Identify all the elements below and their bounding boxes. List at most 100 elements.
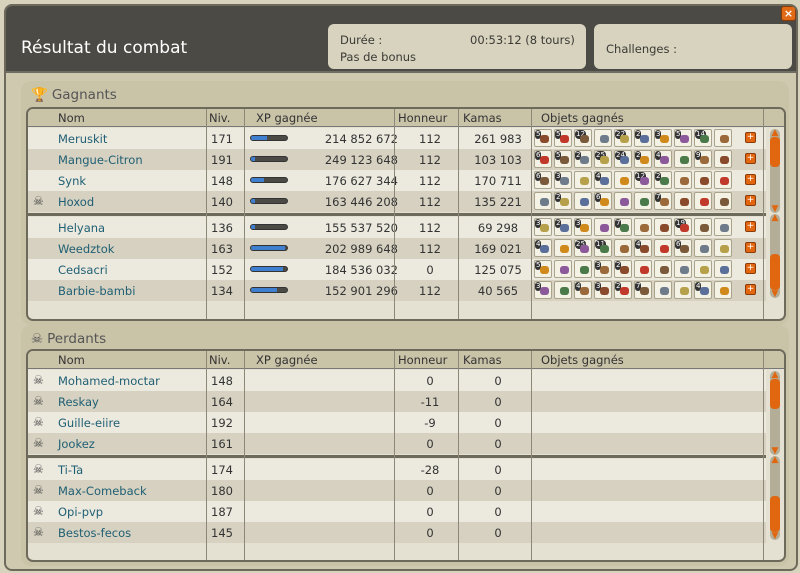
item-icon[interactable]: 12 [634,171,652,189]
item-icon[interactable]: 5 [554,129,572,147]
item-icon[interactable]: 5 [534,129,552,147]
player-name[interactable]: Weedztok [58,242,114,256]
expand-items-button[interactable]: + [745,195,756,206]
scroll-up-icon[interactable]: ▲ [770,456,780,465]
item-icon[interactable]: 4 [654,150,672,168]
item-icon[interactable] [694,192,712,210]
item-icon[interactable] [614,171,632,189]
scroll-down-icon[interactable]: ▼ [770,447,780,456]
item-icon[interactable] [594,129,612,147]
item-icon[interactable] [674,171,692,189]
item-icon[interactable]: 25 [574,239,592,257]
item-icon[interactable] [574,171,592,189]
item-icon[interactable]: 6 [534,171,552,189]
item-icon[interactable] [594,218,612,236]
item-icon[interactable]: 4 [634,239,652,257]
expand-items-button[interactable]: + [745,221,756,232]
item-icon[interactable]: 2 [614,260,632,278]
item-icon[interactable] [554,239,572,257]
item-icon[interactable] [714,129,732,147]
expand-items-button[interactable]: + [745,263,756,274]
item-icon[interactable]: 2 [614,281,632,299]
item-icon[interactable] [634,260,652,278]
item-icon[interactable]: 7 [634,281,652,299]
scrollbar[interactable]: ▲ ▼ [770,129,780,214]
item-icon[interactable]: 3 [594,260,612,278]
table-row[interactable]: Cedsacri 152 184 536 032 0 125 075 5 3 2 + [28,259,766,280]
item-icon[interactable]: 2 [574,150,592,168]
player-name[interactable]: Helyana [58,221,105,235]
player-name[interactable]: Barbie-bambi [58,284,135,298]
item-icon[interactable]: 3 [534,218,552,236]
scroll-up-icon[interactable]: ▲ [770,129,780,138]
item-icon[interactable]: 2 [634,150,652,168]
item-icon[interactable] [554,260,572,278]
item-icon[interactable] [674,281,692,299]
table-row[interactable]: ☠ Max-Comeback 180 0 0 [28,480,766,501]
item-icon[interactable] [654,281,672,299]
item-icon[interactable]: 25 [594,150,612,168]
item-icon[interactable]: 5 [534,260,552,278]
item-icon[interactable] [634,192,652,210]
player-name[interactable]: Bestos-fecos [58,526,131,540]
scroll-up-icon[interactable]: ▲ [770,214,780,223]
scroll-thumb[interactable] [770,496,780,532]
item-icon[interactable] [694,239,712,257]
item-icon[interactable]: 4 [534,239,552,257]
item-icon[interactable] [654,260,672,278]
scroll-down-icon[interactable]: ▼ [770,532,780,541]
item-icon[interactable] [534,192,552,210]
item-icon[interactable]: 19 [674,218,692,236]
scroll-up-icon[interactable]: ▲ [770,371,780,380]
expand-items-button[interactable]: + [745,242,756,253]
table-row[interactable]: ☠ Bestos-fecos 145 0 0 [28,522,766,543]
item-icon[interactable]: 3 [534,281,552,299]
item-icon[interactable]: 3 [654,129,672,147]
player-name[interactable]: Opi-pvp [58,505,103,519]
item-icon[interactable]: 12 [574,129,592,147]
item-icon[interactable]: 3 [554,171,572,189]
item-icon[interactable] [574,192,592,210]
item-icon[interactable]: 22 [614,129,632,147]
player-name[interactable]: Max-Comeback [58,484,147,498]
item-icon[interactable] [714,218,732,236]
player-name[interactable]: Meruskit [58,132,107,146]
scroll-thumb[interactable] [770,137,780,167]
item-icon[interactable]: 4 [594,171,612,189]
item-icon[interactable] [714,150,732,168]
item-icon[interactable] [714,281,732,299]
item-icon[interactable] [714,192,732,210]
item-icon[interactable]: 14 [694,129,712,147]
table-row[interactable]: ☠ Guille-eiire 192 -9 0 [28,412,766,433]
item-icon[interactable]: 2 [634,129,652,147]
scrollbar[interactable]: ▲ ▼ [770,371,780,456]
item-icon[interactable] [694,171,712,189]
item-icon[interactable]: 7 [654,192,672,210]
table-row[interactable]: ☠ Mohamed-moctar 148 0 0 [28,370,766,391]
player-name[interactable]: Cedsacri [58,263,108,277]
player-name[interactable]: Reskay [58,395,99,409]
player-name[interactable]: Jookez [58,437,95,451]
table-row[interactable]: ☠ Jookez 161 0 0 [28,433,766,454]
table-row[interactable]: Meruskit 171 214 852 672 112 261 983 5 5 12 22 2 3… [28,128,766,149]
table-row[interactable]: ☠ Hoxod 140 163 446 208 112 135 221 2 6 7 + [28,191,766,212]
item-icon[interactable]: 4 [574,281,592,299]
item-icon[interactable]: 6 [674,239,692,257]
table-row[interactable]: Mangue-Citron 191 249 123 648 112 103 103 6 5 2… [28,149,766,170]
item-icon[interactable]: 3 [574,218,592,236]
expand-items-button[interactable]: + [745,284,756,295]
item-icon[interactable] [574,260,592,278]
item-icon[interactable]: 7 [614,218,632,236]
item-icon[interactable] [714,239,732,257]
scroll-down-icon[interactable]: ▼ [770,205,780,214]
table-row[interactable]: Barbie-bambi 134 152 901 296 112 40 565 3 4 3 2 7… [28,280,766,301]
table-row[interactable]: Synk 148 176 627 344 112 170 711 6 3 4 12 2 + [28,170,766,191]
player-name[interactable]: Mangue-Citron [58,153,143,167]
item-icon[interactable] [714,171,732,189]
item-icon[interactable]: 5 [674,129,692,147]
player-name[interactable]: Synk [58,174,86,188]
item-icon[interactable] [654,218,672,236]
table-row[interactable]: ☠ Ti-Ta 174 -28 0 [28,459,766,480]
item-icon[interactable]: 5 [554,150,572,168]
item-icon[interactable]: 9 [694,150,712,168]
